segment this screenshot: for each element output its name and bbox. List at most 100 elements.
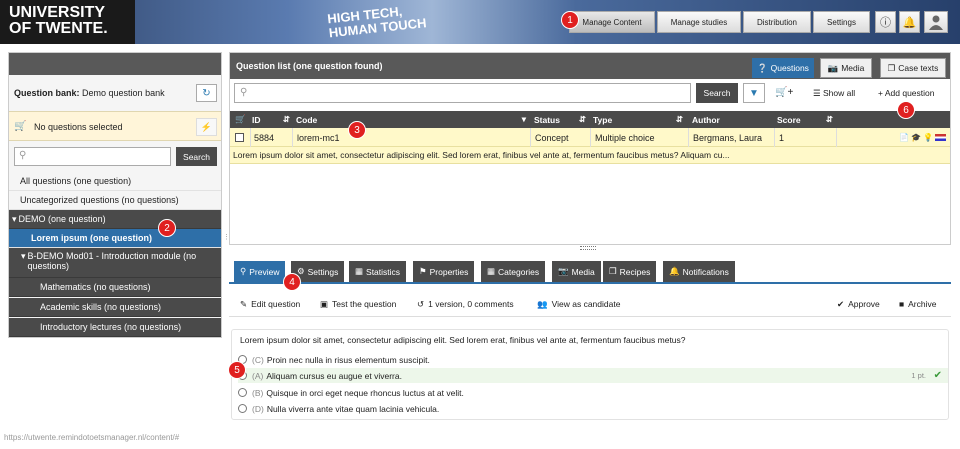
column-author[interactable]: Author (692, 111, 776, 128)
tab-properties[interactable]: ⚑ Properties (413, 261, 475, 282)
question-stem: Lorem ipsum dolor sit amet, consectetur … (240, 335, 686, 345)
cell-code: lorem-mc1 (292, 128, 530, 147)
tree-item-academic-skills[interactable]: Academic skills (no questions) (9, 298, 221, 317)
tree-item-lorem-ipsum[interactable]: Lorem ipsum (one question) (9, 229, 221, 248)
table-icon: ▦ (487, 266, 496, 276)
nav-distribution[interactable]: Distribution (743, 11, 811, 33)
tab-label: Case texts (898, 63, 939, 73)
tab-statistics[interactable]: ▦ Statistics (349, 261, 407, 282)
document-icon[interactable]: 📄 (899, 133, 909, 142)
column-score[interactable]: Score ⇵ (777, 111, 833, 128)
check-circle-icon: ✔ (837, 298, 845, 309)
answer-option-correct[interactable]: (A) Aliquam cursus eu augue et viverra. 1… (238, 368, 948, 383)
bell-icon[interactable]: 🔔 (899, 11, 920, 33)
cell-status: Concept (530, 128, 590, 147)
approve-button[interactable]: ✔ Approve (837, 298, 880, 310)
tree-item-all[interactable]: All questions (one question) (9, 172, 221, 191)
bell-icon: 🔔 (669, 266, 680, 276)
column-type[interactable]: Type ⇵ (593, 111, 683, 128)
status-url: https://utwente.remindotoetsmanager.nl/c… (0, 433, 222, 445)
left-panel: Question bank: Demo question bank ↻ 🛒 No… (8, 52, 222, 338)
tab-label: Media (841, 63, 865, 73)
show-all-button[interactable]: ☰ Show all (813, 88, 855, 99)
question-preview-text[interactable]: Lorem ipsum dolor sit amet, consectetur … (230, 147, 950, 164)
user-icon[interactable] (924, 11, 948, 33)
horizontal-splitter-handle[interactable] (580, 246, 596, 250)
university-logo[interactable]: UNIVERSITY OF TWENTE. (0, 0, 135, 44)
answer-option[interactable]: (C) Proin nec nulla in risus elementum su… (238, 352, 948, 367)
tab-label: Properties (429, 266, 469, 277)
column-status[interactable]: Status ⇵ (534, 111, 586, 128)
nav-settings[interactable]: Settings (813, 11, 870, 33)
view-as-candidate-button[interactable]: 👥 View as candidate (537, 298, 620, 310)
tree-item-uncategorized[interactable]: Uncategorized questions (no questions) (9, 191, 221, 210)
column-code[interactable]: Code ▾ (296, 111, 528, 128)
question-search-button[interactable]: Search (696, 83, 738, 103)
flag-icon[interactable] (935, 134, 946, 141)
filter-icon[interactable]: ▼ (743, 83, 765, 103)
info-icon[interactable]: ⓘ (875, 11, 896, 33)
question-bank-name: Demo question bank (82, 88, 165, 98)
lightbulb-icon[interactable]: 💡 (923, 133, 933, 142)
tree-item-label: All questions (one question) (20, 176, 132, 186)
tree-item-label: Introductory lectures (no questions) (40, 322, 182, 332)
tree-item-demo[interactable]: ▾ DEMO (one question) (9, 210, 221, 229)
graduation-cap-icon[interactable]: 🎓 (911, 133, 921, 142)
tree-item-mathematics[interactable]: Mathematics (no questions) (9, 278, 221, 297)
refresh-button[interactable]: ↻ (196, 84, 217, 102)
tab-categories[interactable]: ▦ Categories (481, 261, 546, 282)
tree-item-introductory-lectures[interactable]: Introductory lectures (no questions) (9, 318, 221, 337)
tab-recipes[interactable]: ❐ Recipes (603, 261, 657, 282)
tree-item-b-demo[interactable]: ▾ B-DEMO Mod01 - Introduction module (no… (9, 248, 221, 278)
edit-question-button[interactable]: ✎ Edit question (240, 298, 300, 310)
row-checkbox[interactable] (235, 128, 244, 147)
add-question-button[interactable]: + Add question (878, 88, 934, 98)
cell-score: 1 (774, 128, 836, 147)
tab-media[interactable]: 📷 Media (820, 58, 872, 78)
tree-item-label: B-DEMO Mod01 - Introduction module (no (27, 251, 197, 261)
tab-notifications[interactable]: 🔔 Notifications (663, 261, 735, 282)
answer-option[interactable]: (B) Quisque in orci eget neque rhoncus lu… (238, 385, 948, 400)
column-label: Score (777, 114, 801, 125)
column-label: Type (593, 114, 613, 125)
answer-radio[interactable] (238, 388, 247, 397)
caret-down-icon: ▾ (21, 251, 26, 261)
nav-manage-content[interactable]: Manage Content (569, 11, 655, 33)
lightning-icon[interactable]: ⚡ (196, 118, 217, 136)
sort-desc-icon: ▾ (521, 114, 526, 124)
nav-manage-studies[interactable]: Manage studies (657, 11, 741, 33)
left-search-input[interactable]: ⚲ (14, 147, 171, 166)
tab-preview[interactable]: ⚲ Preview (234, 261, 286, 282)
answer-option[interactable]: (D) Nulla viverra ante vitae quam lacinia… (238, 401, 948, 416)
column-id[interactable]: ID ⇵ (252, 111, 292, 128)
versions-button[interactable]: ↺ 1 version, 0 comments (417, 298, 514, 310)
answer-radio[interactable] (238, 404, 247, 413)
tree-item-label: Academic skills (no questions) (40, 302, 162, 312)
action-label: 1 version, 0 comments (428, 299, 514, 309)
callout-badge-4: 4 (283, 273, 301, 291)
search-icon: ⚲ (19, 150, 27, 161)
checkmark-icon: ✔ (933, 370, 942, 381)
left-panel-titlebar (9, 53, 221, 75)
splitter-handle[interactable]: ⋮ (223, 234, 230, 252)
tree-item-label: Lorem ipsum (one question) (31, 233, 153, 243)
tab-label: Settings (307, 266, 339, 277)
answer-letter: (A) (252, 370, 264, 381)
archive-button[interactable]: ■ Archive (899, 298, 936, 310)
tab-questions[interactable]: ❔ Questions (752, 58, 814, 78)
test-question-button[interactable]: ▣ Test the question (320, 298, 396, 310)
question-search-input[interactable]: ⚲ (234, 83, 691, 103)
cell-author: Bergmans, Laura (688, 128, 774, 147)
answer-text: Quisque in orci eget neque rhoncus luctu… (266, 387, 464, 398)
camera-icon: 📷 (827, 62, 839, 73)
tab-case-texts[interactable]: ❐ Case texts (880, 58, 946, 78)
left-search-button[interactable]: Search (176, 147, 217, 166)
question-bank-caption: Question bank: (14, 88, 80, 98)
column-label: Author (692, 114, 720, 125)
table-row[interactable]: 5884 lorem-mc1 Concept Multiple choice B… (230, 128, 950, 147)
basket-add-icon[interactable]: 🛒+ (775, 87, 793, 98)
logo-line-2: OF TWENTE. (9, 20, 108, 37)
tab-label: Categories (498, 266, 540, 277)
column-label: Code (296, 114, 318, 125)
tab-media-preview[interactable]: 📷 Media (552, 261, 601, 282)
